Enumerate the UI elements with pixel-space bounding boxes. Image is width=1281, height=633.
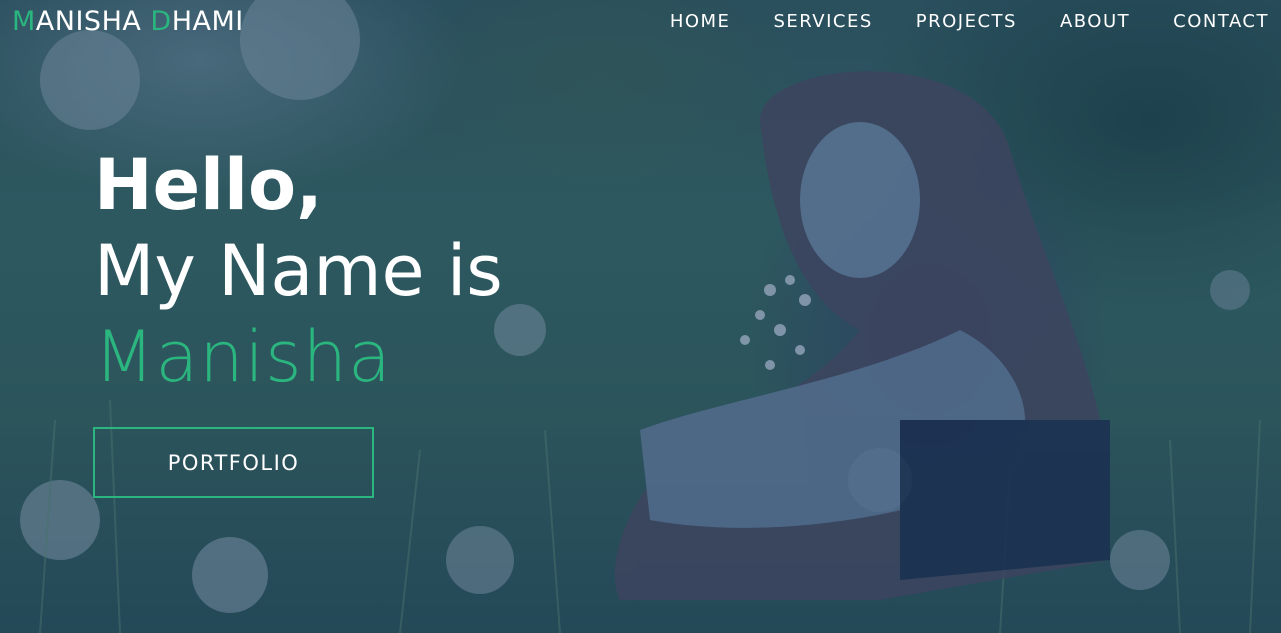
nav-contact[interactable]: CONTACT <box>1173 11 1269 32</box>
hero-name: Manisha <box>94 316 392 398</box>
portfolio-button[interactable]: PORTFOLIO <box>93 427 374 498</box>
hero-intro: My Name is <box>94 230 503 312</box>
logo-last-rest: HAMI <box>171 6 244 37</box>
main-nav: HOME SERVICES PROJECTS ABOUT CONTACT <box>627 11 1269 32</box>
site-logo[interactable]: MANISHA DHAMI <box>12 6 244 37</box>
logo-initial-last: D <box>150 6 172 37</box>
logo-first-rest: ANISHA <box>35 6 151 37</box>
hero-heading: Hello, My Name is Manisha <box>94 142 503 400</box>
nav-about[interactable]: ABOUT <box>1060 11 1130 32</box>
hero-greeting: Hello, <box>94 144 323 226</box>
nav-projects[interactable]: PROJECTS <box>916 11 1017 32</box>
logo-initial-first: M <box>12 6 36 37</box>
nav-services[interactable]: SERVICES <box>773 11 872 32</box>
hero-section: MANISHA DHAMI HOME SERVICES PROJECTS ABO… <box>0 0 1281 633</box>
nav-home[interactable]: HOME <box>670 11 731 32</box>
